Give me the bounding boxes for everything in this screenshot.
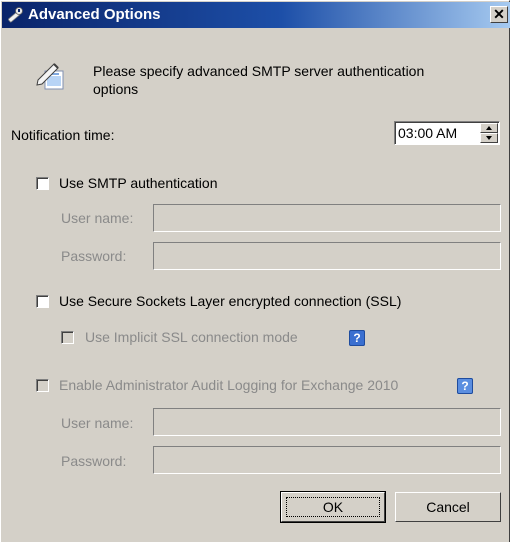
advanced-options-dialog: Advanced Options ✕ Please specify advanc… <box>0 0 510 542</box>
audit-logging-label[interactable]: Enable Administrator Audit Logging for E… <box>59 377 398 393</box>
wrench-icon <box>8 7 23 23</box>
arrow-down-icon <box>486 136 492 140</box>
implicit-ssl-checkbox[interactable] <box>61 331 74 344</box>
smtp-username-field[interactable] <box>153 204 501 232</box>
ssl-checkbox[interactable] <box>36 295 49 308</box>
close-icon: ✕ <box>493 6 505 22</box>
audit-password-label: Password: <box>61 453 127 469</box>
cancel-button-label: Cancel <box>426 499 470 515</box>
smtp-auth-checkbox[interactable] <box>36 177 49 190</box>
smtp-password-label: Password: <box>61 248 127 264</box>
smtp-password-field[interactable] <box>153 242 501 270</box>
ok-button[interactable]: OK <box>280 491 386 523</box>
audit-logging-checkbox[interactable] <box>36 379 49 392</box>
help-glyph: ? <box>461 379 469 393</box>
implicit-ssl-help-icon[interactable]: ? <box>349 330 365 346</box>
smtp-auth-label[interactable]: Use SMTP authentication <box>59 175 218 191</box>
cancel-button[interactable]: Cancel <box>395 492 501 522</box>
notification-time-spinner[interactable]: 03:00 AM <box>394 121 500 145</box>
notes-pen-icon <box>36 63 64 90</box>
audit-username-field[interactable] <box>153 408 501 436</box>
focus-ring <box>286 497 380 517</box>
header-description: Please specify advanced SMTP server auth… <box>93 63 425 97</box>
notification-time-value[interactable]: 03:00 AM <box>398 125 457 141</box>
implicit-ssl-label[interactable]: Use Implicit SSL connection mode <box>85 329 298 345</box>
arrow-up-icon <box>486 126 492 130</box>
help-glyph: ? <box>353 331 361 345</box>
close-button[interactable]: ✕ <box>490 6 508 23</box>
title-bar[interactable]: Advanced Options ✕ <box>2 2 510 28</box>
spin-up-button[interactable] <box>480 123 498 133</box>
ssl-label[interactable]: Use Secure Sockets Layer encrypted conne… <box>59 293 401 309</box>
smtp-username-label: User name: <box>61 210 134 226</box>
audit-password-field[interactable] <box>153 446 501 474</box>
audit-logging-help-icon[interactable]: ? <box>457 378 473 394</box>
window-title: Advanced Options <box>28 6 161 23</box>
spin-down-button[interactable] <box>480 133 498 143</box>
audit-username-label: User name: <box>61 415 134 431</box>
notification-time-label: Notification time: <box>11 127 115 143</box>
